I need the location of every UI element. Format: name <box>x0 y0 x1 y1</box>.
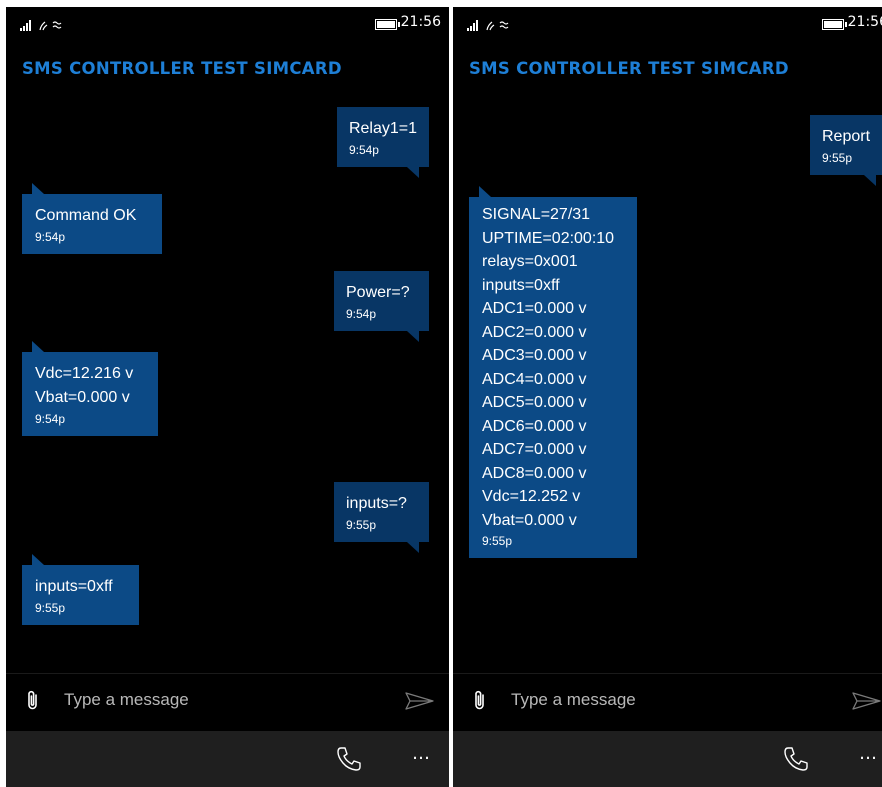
phone-screen-right: 21:56 SMS CONTROLLER TEST SIMCARD Report… <box>453 7 882 787</box>
message-timestamp: 9:54p <box>35 412 66 426</box>
message-bubble-received[interactable]: Command OK 9:54p <box>22 183 162 254</box>
message-input[interactable] <box>64 685 364 715</box>
compose-bar <box>453 673 882 731</box>
signal-strength-icon <box>20 17 64 37</box>
phone-call-icon[interactable] <box>782 745 810 777</box>
more-ellipsis-icon[interactable]: … <box>859 743 878 764</box>
phone-screen-left: 21:56 SMS CONTROLLER TEST SIMCARD Relay1… <box>6 7 449 787</box>
message-bubble-sent[interactable]: Power=? 9:54p <box>334 271 429 342</box>
app-bar: … <box>6 731 449 787</box>
message-bubble-received[interactable]: inputs=0xff 9:55p <box>22 554 139 625</box>
message-bubble-sent[interactable]: inputs=? 9:55p <box>334 482 429 553</box>
message-timestamp: 9:54p <box>348 143 379 157</box>
phone-call-icon[interactable] <box>335 745 363 777</box>
send-icon[interactable] <box>852 691 882 715</box>
status-bar: 21:56 <box>6 7 449 41</box>
message-timestamp: 9:55p <box>35 601 66 615</box>
paperclip-icon[interactable] <box>26 689 40 715</box>
signal-strength-icon <box>467 17 511 37</box>
compose-bar <box>6 673 449 731</box>
message-bubble-sent[interactable]: Relay1=1 9:54p <box>336 107 429 178</box>
send-icon[interactable] <box>405 691 435 715</box>
message-timestamp: 9:54p <box>35 230 66 244</box>
message-bubble-received[interactable]: SIGNAL=27/31 UPTIME=02:00:10 relays=0x00… <box>469 185 637 559</box>
message-thread[interactable]: Relay1=1 9:54p Command OK 9:54p Power=? … <box>6 97 449 673</box>
message-timestamp: 9:55p <box>482 534 513 549</box>
message-timestamp: 9:54p <box>346 307 377 321</box>
message-bubble-sent[interactable]: Report 9:55p <box>810 115 882 186</box>
status-time: 21:56 <box>847 14 882 30</box>
paperclip-icon[interactable] <box>473 689 487 715</box>
message-bubble-received[interactable]: Vdc=12.216 v Vbat=0.000 v 9:54p <box>22 341 158 436</box>
app-bar: … <box>453 731 882 787</box>
battery-icon <box>822 19 847 30</box>
conversation-title: SMS CONTROLLER TEST SIMCARD <box>469 59 789 78</box>
status-bar: 21:56 <box>453 7 882 41</box>
message-input[interactable] <box>511 685 811 715</box>
message-timestamp: 9:55p <box>822 151 853 165</box>
conversation-title: SMS CONTROLLER TEST SIMCARD <box>22 59 342 78</box>
message-timestamp: 9:55p <box>346 518 377 532</box>
battery-icon <box>375 19 400 30</box>
status-time: 21:56 <box>400 14 441 30</box>
message-thread[interactable]: Report 9:55p SIGNAL=27/31 UPTIME=02:00:1… <box>453 97 882 673</box>
more-ellipsis-icon[interactable]: … <box>412 743 431 764</box>
